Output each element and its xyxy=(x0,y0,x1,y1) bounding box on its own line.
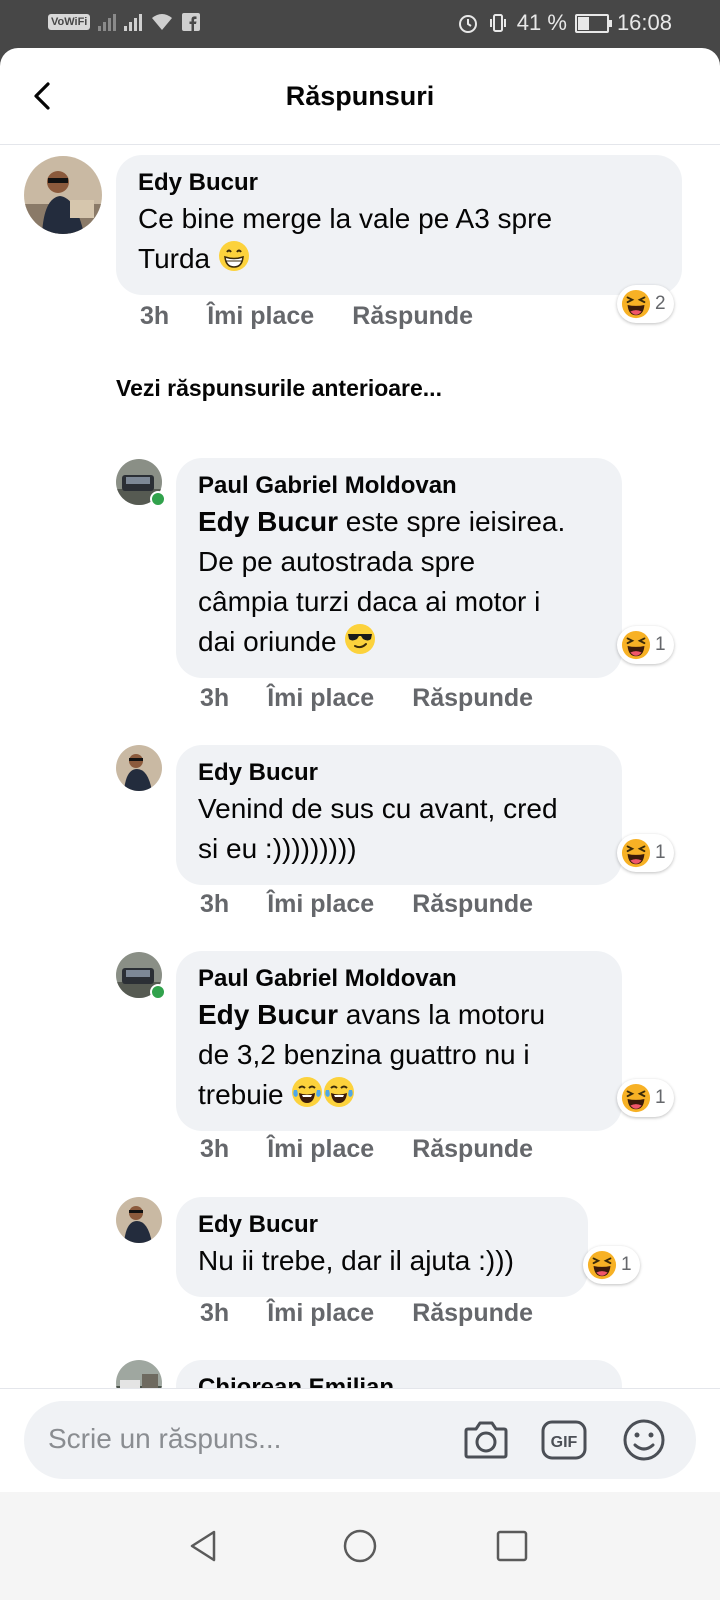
comment-author[interactable]: Edy Bucur xyxy=(198,1211,566,1239)
laughing-emoji-icon xyxy=(621,630,651,660)
view-previous-replies-link[interactable]: Vezi răspunsurile anterioare... xyxy=(116,375,442,402)
reaction-badge[interactable]: 1 xyxy=(617,626,674,664)
vowifi-indicator: VoWiFi xyxy=(48,14,91,30)
comment-time: 3h xyxy=(200,1299,230,1327)
battery-percent: 41 % xyxy=(516,10,567,35)
reply-input[interactable]: Scrie un răspuns... GIF xyxy=(24,1401,696,1479)
comment-text: Edy Bucur este spre ieisirea. De pe auto… xyxy=(198,506,566,657)
gif-icon[interactable]: GIF xyxy=(540,1417,588,1463)
online-indicator xyxy=(150,984,166,1000)
comment-author[interactable]: Edy Bucur xyxy=(138,169,660,197)
reply-composer: Scrie un răspuns... GIF xyxy=(0,1388,720,1493)
vibrate-icon xyxy=(489,14,506,32)
reaction-count: 2 xyxy=(655,293,666,314)
emoji-icon[interactable] xyxy=(620,1417,668,1463)
replies-sheet: Răspunsuri Edy Bucur Ce bine merge la va… xyxy=(0,48,720,1600)
like-button[interactable]: Îmi place xyxy=(267,1299,374,1328)
comment-text: Ce bine merge la vale pe A3 spre Turda xyxy=(138,203,553,274)
comment-time: 3h xyxy=(200,684,230,712)
like-button[interactable]: Îmi place xyxy=(267,890,374,919)
reply-input-placeholder: Scrie un răspuns... xyxy=(48,1423,282,1454)
comment-bubble[interactable]: Paul Gabriel Moldovan Edy Bucur este spr… xyxy=(176,458,622,678)
grinning-emoji-icon xyxy=(218,240,250,272)
comment-actions: 3h Îmi place Răspunde xyxy=(140,302,511,331)
comment-bubble[interactable]: Edy Bucur Venind de sus cu avant, cred s… xyxy=(176,745,622,885)
recents-nav-icon[interactable] xyxy=(494,1528,530,1564)
avatar[interactable] xyxy=(116,745,162,791)
reply-button[interactable]: Răspunde xyxy=(412,890,533,919)
comment-author[interactable]: Paul Gabriel Moldovan xyxy=(198,965,600,993)
comment-bubble[interactable]: Paul Gabriel Moldovan Edy Bucur avans la… xyxy=(176,951,622,1131)
like-button[interactable]: Îmi place xyxy=(207,302,314,331)
sunglasses-emoji-icon xyxy=(344,623,376,655)
reaction-count: 1 xyxy=(655,842,666,863)
laughing-emoji-icon xyxy=(621,1083,651,1113)
reply-button[interactable]: Răspunde xyxy=(412,1299,533,1328)
signal-icon xyxy=(124,13,143,31)
comment-actions: 3h Îmi place Răspunde xyxy=(200,1299,571,1328)
svg-text:GIF: GIF xyxy=(551,1434,578,1451)
reaction-count: 1 xyxy=(621,1254,632,1275)
mention[interactable]: Edy Bucur xyxy=(198,999,338,1030)
comment-actions: 3h Îmi place Răspunde xyxy=(200,890,571,919)
comment-time: 3h xyxy=(200,890,230,918)
status-bar: VoWiFi 41 % 16:08 xyxy=(0,0,720,50)
comment-author[interactable]: Paul Gabriel Moldovan xyxy=(198,472,600,500)
comment-text: Venind de sus cu avant, cred si eu :))))… xyxy=(198,793,558,864)
laughing-emoji-icon xyxy=(587,1250,617,1280)
comment-bubble[interactable]: Edy Bucur Ce bine merge la vale pe A3 sp… xyxy=(116,155,682,295)
like-button[interactable]: Îmi place xyxy=(267,1135,374,1164)
wifi-icon xyxy=(152,14,173,30)
laughing-emoji-icon xyxy=(621,838,651,868)
home-nav-icon[interactable] xyxy=(342,1528,378,1564)
comment-bubble[interactable]: Edy Bucur Nu ii trebe, dar il ajuta :))) xyxy=(176,1197,588,1297)
clock: 16:08 xyxy=(616,10,672,35)
reaction-badge[interactable]: 1 xyxy=(583,1246,640,1284)
like-button[interactable]: Îmi place xyxy=(267,684,374,713)
page-title: Răspunsuri xyxy=(285,81,435,111)
alarm-icon xyxy=(458,15,477,33)
online-indicator xyxy=(150,491,166,507)
reaction-count: 1 xyxy=(655,634,666,655)
system-navigation-bar xyxy=(0,1492,720,1600)
reaction-badge[interactable]: 1 xyxy=(617,834,674,872)
comment-text: Nu ii trebe, dar il ajuta :))) xyxy=(198,1245,514,1276)
tears-of-joy-emoji-icon xyxy=(291,1076,323,1108)
reply-button[interactable]: Răspunde xyxy=(412,1135,533,1164)
comment-actions: 3h Îmi place Răspunde xyxy=(200,684,571,713)
mention[interactable]: Edy Bucur xyxy=(198,506,338,537)
avatar[interactable] xyxy=(116,1197,162,1243)
reply-button[interactable]: Răspunde xyxy=(352,302,473,331)
comment-text: Edy Bucur avans la motoru de 3,2 benzina… xyxy=(198,999,546,1110)
avatar[interactable] xyxy=(24,156,102,234)
camera-icon[interactable] xyxy=(462,1417,510,1463)
comment-time: 3h xyxy=(200,1135,230,1163)
reaction-badge[interactable]: 1 xyxy=(617,1079,674,1117)
reply-button[interactable]: Răspunde xyxy=(412,684,533,713)
laughing-emoji-icon xyxy=(621,289,651,319)
header: Răspunsuri xyxy=(0,48,720,145)
comment-author[interactable]: Edy Bucur xyxy=(198,759,600,787)
comment-actions: 3h Îmi place Răspunde xyxy=(200,1135,571,1164)
reaction-count: 1 xyxy=(655,1087,666,1108)
battery-level xyxy=(577,16,589,30)
back-nav-icon[interactable] xyxy=(186,1528,222,1564)
battery-icon xyxy=(574,13,612,33)
signal-icon xyxy=(98,13,117,31)
facebook-notification-icon xyxy=(182,13,201,31)
tears-of-joy-emoji-icon xyxy=(323,1076,355,1108)
reaction-badge[interactable]: 2 xyxy=(617,285,674,323)
comment-time: 3h xyxy=(140,302,170,330)
